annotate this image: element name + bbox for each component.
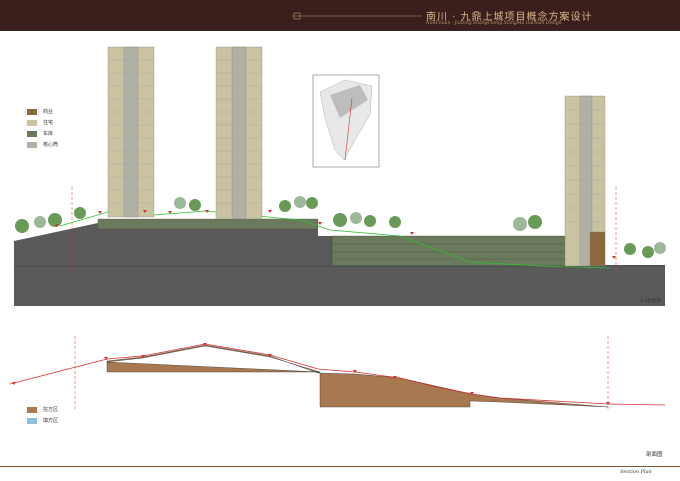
section-drawing [9,46,666,410]
cut-area [106,344,609,408]
tower-1 [107,46,155,218]
footer-subtitle: Section Plan [620,469,652,475]
section-label: 1-1剖面图 [640,299,661,304]
cut-fill-profile [9,336,666,410]
key-plan-inset [312,74,380,168]
footer-rule [0,466,680,467]
profile-elevation-markers [12,343,610,405]
tower-3 [564,95,606,267]
garage-levels [331,235,579,267]
tower-2 [215,46,263,220]
podium-upper [97,218,319,230]
footer-title: 剖面图 [646,452,663,458]
